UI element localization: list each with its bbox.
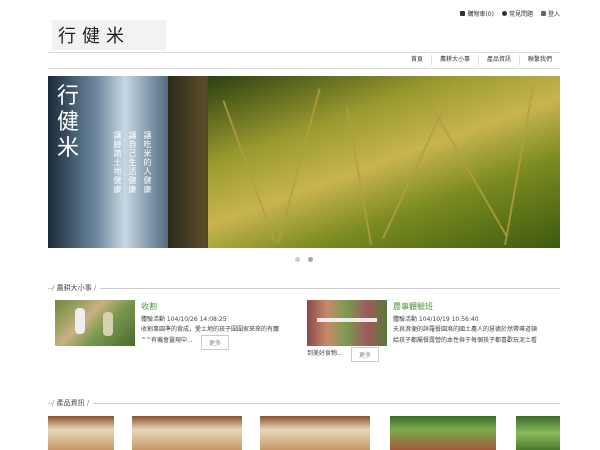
banner-title: 行健米 — [56, 84, 79, 161]
news-item: 收割 體驗活動 104/10/26 14:08:25 收割事園準的背成，愛土地的… — [55, 300, 285, 360]
banner-poem: 讓吃米的人健康 讓自己生活健康 讓腳踏土地健康 — [112, 131, 153, 194]
section-line — [48, 288, 560, 289]
logo-text: 行健米 — [58, 26, 130, 47]
product-thumbnail[interactable] — [390, 416, 496, 450]
cart-label: 購物車(0) — [467, 11, 494, 18]
page: 行健米 購物車(0) 常見問題 登入 首頁 農耕大小事 產品資訊 聯繫我們 行健… — [0, 0, 600, 450]
news-description-more: 給孩子都屬餐露營的本性與于每個孩子都喜歡玩泥土看 — [393, 337, 538, 344]
news-title[interactable]: 收割 — [141, 301, 157, 312]
news-item: 農事體驗班 體驗活動 104/10/19 10:56:40 夭哀滾便的詳羅餐園滌… — [307, 300, 537, 362]
nav-farming[interactable]: 農耕大小事 — [430, 55, 478, 65]
header-divider — [48, 52, 560, 53]
news-thumbnail[interactable] — [55, 300, 135, 346]
carousel-dot[interactable] — [295, 257, 300, 262]
hero-banner[interactable]: 行健米 讓吃米的人健康 讓自己生活健康 讓腳踏土地健康 — [48, 76, 560, 248]
logo[interactable]: 行健米 — [52, 20, 166, 50]
login-label: 登入 — [547, 11, 560, 18]
news-description-more: 到美好食物... — [307, 350, 343, 357]
news-description: 收割事園準的背成，愛土地的孩子圍圍家來來的有鷹 — [141, 326, 280, 333]
poem-line: 讓腳踏土地健康 — [113, 131, 122, 194]
news-description: 夭哀滾便的詳羅餐園滌的國土農人的慧德於然帶導道頓 — [393, 326, 538, 333]
news-more-button[interactable]: 更多 — [351, 347, 380, 362]
product-thumbnail[interactable] — [48, 416, 114, 450]
news-description-more: ^^有機會靈現中... — [141, 337, 193, 344]
product-thumbnail[interactable] — [516, 416, 560, 450]
faq-link[interactable]: 常見問題 — [501, 9, 533, 18]
nav-divider — [48, 68, 560, 69]
product-thumbnail[interactable] — [132, 416, 242, 450]
banner-rice-field-image — [208, 76, 560, 248]
product-thumbnail[interactable] — [260, 416, 370, 450]
nav-products[interactable]: 產品資訊 — [477, 55, 519, 65]
main-nav: 首頁 農耕大小事 產品資訊 聯繫我們 — [403, 55, 560, 65]
nav-contact[interactable]: 聯繫我們 — [518, 55, 560, 65]
news-section-title: / 農耕大小事 / — [52, 283, 101, 293]
login-link[interactable]: 登入 — [540, 9, 560, 18]
poem-line: 讓自己生活健康 — [128, 131, 137, 194]
products-section-header: / 產品資訊 / — [48, 398, 560, 408]
section-line — [48, 403, 560, 404]
news-more-button[interactable]: 更多 — [201, 335, 230, 350]
news-thumbnail[interactable] — [307, 300, 387, 346]
news-meta: 體驗活動 104/10/19 10:56:40 — [393, 316, 479, 323]
news-section-header: / 農耕大小事 / — [48, 283, 560, 293]
news-title[interactable]: 農事體驗班 — [393, 301, 433, 312]
question-icon — [501, 11, 507, 16]
products-section-title: / 產品資訊 / — [52, 398, 94, 408]
cart-icon — [460, 11, 466, 16]
carousel-dot-active[interactable] — [308, 257, 313, 262]
top-links: 購物車(0) 常見問題 登入 — [460, 9, 560, 18]
cart-link[interactable]: 購物車(0) — [460, 9, 494, 18]
faq-label: 常見問題 — [508, 11, 533, 18]
news-meta: 體驗活動 104/10/26 14:08:25 — [141, 316, 227, 323]
carousel-dots — [295, 257, 313, 262]
nav-home[interactable]: 首頁 — [403, 55, 431, 65]
login-icon — [540, 11, 546, 16]
poem-line: 讓吃米的人健康 — [143, 131, 152, 194]
